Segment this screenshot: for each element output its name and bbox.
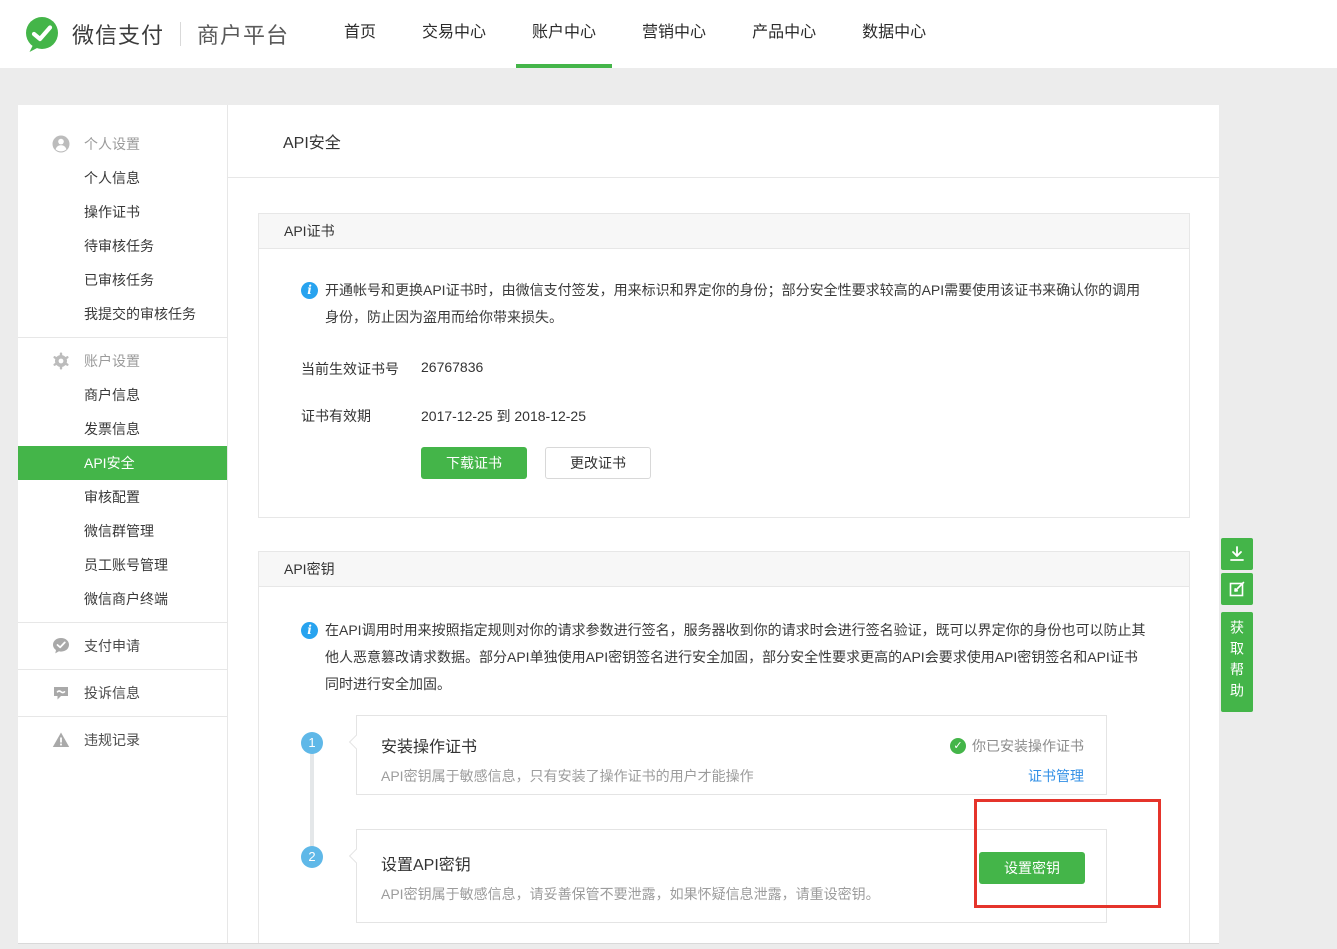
brand-name: 微信支付 [72, 18, 164, 50]
brand-product: 商户平台 [197, 18, 289, 50]
step-2-badge: 2 [301, 846, 323, 868]
certificate-buttons: 下载证书 更改证书 [421, 447, 1149, 479]
page-title-row: API安全 [228, 105, 1219, 178]
gear-icon [52, 352, 70, 370]
wechat-pay-logo-icon [22, 14, 62, 54]
api-certificate-panel-title: API证书 [259, 214, 1189, 249]
api-key-info-text: 在API调用时用来按照指定规则对你的请求参数进行签名，服务器收到你的请求时会进行… [325, 617, 1149, 698]
step-2-description: API密钥属于敏感信息，请妥善保管不要泄露，如果怀疑信息泄露，请重设密钥。 [381, 884, 1084, 904]
complaint-bubble-icon [52, 684, 70, 702]
sidebar-item-invoice-info[interactable]: 发票信息 [18, 412, 227, 446]
step-1-card: 安装操作证书 API密钥属于敏感信息，只有安装了操作证书的用户才能操作 ✓ 你已… [356, 715, 1107, 795]
sidebar-item-merchant-terminal[interactable]: 微信商户终端 [18, 582, 227, 616]
feedback-shortcut-button[interactable] [1221, 573, 1253, 605]
api-key-panel-body: i 在API调用时用来按照指定规则对你的请求参数进行签名，服务器收到你的请求时会… [259, 587, 1189, 944]
main-nav: 首页 交易中心 账户中心 营销中心 产品中心 数据中心 [344, 0, 926, 68]
sidebar-section-complaints: 投诉信息 [18, 669, 227, 716]
current-certificate-field: 当前生效证书号 26767836 [301, 359, 1149, 379]
edit-icon [1227, 579, 1247, 599]
nav-item-data[interactable]: 数据中心 [862, 0, 926, 68]
main-content: API安全 API证书 i 开通帐号和更换API证书时，由微信支付签发，用来标识… [228, 105, 1219, 943]
nav-item-transaction[interactable]: 交易中心 [422, 0, 486, 68]
sidebar-header-account: 账户设置 [18, 344, 227, 378]
sidebar-item-staff-account[interactable]: 员工账号管理 [18, 548, 227, 582]
sidebar-header-label: 账户设置 [84, 351, 140, 371]
sidebar-header-label: 支付申请 [84, 636, 140, 656]
nav-item-product[interactable]: 产品中心 [752, 0, 816, 68]
sidebar-item-wechat-group[interactable]: 微信群管理 [18, 514, 227, 548]
certificate-installed-status: 你已安装操作证书 [972, 736, 1084, 756]
certificate-manage-link[interactable]: 证书管理 [1028, 766, 1084, 786]
sidebar-header-label: 投诉信息 [84, 683, 140, 703]
check-circle-icon: ✓ [950, 738, 966, 754]
certificate-validity: 2017-12-25 到 2018-12-25 [421, 406, 586, 426]
step-connector-line [310, 743, 314, 853]
step-1-status-area: ✓ 你已安装操作证书 证书管理 [950, 736, 1084, 786]
sidebar-section-violations: 违规记录 [18, 716, 227, 763]
floating-toolbar: 获取帮助 [1221, 538, 1253, 712]
content-shell: 个人设置 个人信息 操作证书 待审核任务 已审核任务 我提交的审核任务 账户设置… [18, 105, 1219, 944]
nav-item-home[interactable]: 首页 [344, 0, 376, 68]
sidebar-item-api-security[interactable]: API安全 [18, 446, 227, 480]
api-key-panel-title: API密钥 [259, 552, 1189, 587]
step-1-badge: 1 [301, 732, 323, 754]
get-help-button[interactable]: 获取帮助 [1221, 612, 1253, 712]
nav-item-account[interactable]: 账户中心 [532, 0, 596, 68]
sidebar-header-label: 违规记录 [84, 730, 140, 750]
info-icon: i [301, 622, 318, 639]
sidebar-item-reviewed-tasks[interactable]: 已审核任务 [18, 263, 227, 297]
warning-triangle-icon [52, 731, 70, 749]
sidebar-section-account: 账户设置 商户信息 发票信息 API安全 审核配置 微信群管理 员工账号管理 微… [18, 337, 227, 622]
nav-item-marketing[interactable]: 营销中心 [642, 0, 706, 68]
sidebar-header-violations[interactable]: 违规记录 [18, 723, 227, 757]
download-icon [1227, 544, 1247, 564]
sidebar-section-personal: 个人设置 个人信息 操作证书 待审核任务 已审核任务 我提交的审核任务 [18, 105, 227, 337]
download-certificate-button[interactable]: 下载证书 [421, 447, 527, 479]
api-certificate-panel-body: i 开通帐号和更换API证书时，由微信支付签发，用来标识和界定你的身份；部分安全… [259, 249, 1189, 517]
page-title: API安全 [283, 129, 341, 153]
sidebar: 个人设置 个人信息 操作证书 待审核任务 已审核任务 我提交的审核任务 账户设置… [18, 105, 228, 943]
certificate-validity-field: 证书有效期 2017-12-25 到 2018-12-25 [301, 406, 1149, 426]
field-label: 证书有效期 [301, 406, 421, 426]
sidebar-item-operation-cert[interactable]: 操作证书 [18, 195, 227, 229]
download-shortcut-button[interactable] [1221, 538, 1253, 570]
sidebar-header-payment-apply[interactable]: 支付申请 [18, 629, 227, 663]
api-key-steps: 1 2 安装操作证书 API密钥属于敏感信息，只有安装了操作证书的用户才能操作 … [301, 715, 1149, 923]
sidebar-item-merchant-info[interactable]: 商户信息 [18, 378, 227, 412]
sidebar-header-complaints[interactable]: 投诉信息 [18, 676, 227, 710]
change-certificate-button[interactable]: 更改证书 [545, 447, 651, 479]
sidebar-section-payment-apply: 支付申请 [18, 622, 227, 669]
sidebar-item-pending-tasks[interactable]: 待审核任务 [18, 229, 227, 263]
api-key-panel: API密钥 i 在API调用时用来按照指定规则对你的请求参数进行签名，服务器收到… [258, 551, 1190, 944]
brand-divider [180, 22, 181, 46]
certificate-info-row: i 开通帐号和更换API证书时，由微信支付签发，用来标识和界定你的身份；部分安全… [301, 277, 1149, 331]
sidebar-item-review-config[interactable]: 审核配置 [18, 480, 227, 514]
top-header: 微信支付 商户平台 首页 交易中心 账户中心 营销中心 产品中心 数据中心 [0, 0, 1337, 68]
api-key-info-row: i 在API调用时用来按照指定规则对你的请求参数进行签名，服务器收到你的请求时会… [301, 617, 1149, 698]
info-icon: i [301, 282, 318, 299]
field-label: 当前生效证书号 [301, 359, 421, 379]
sidebar-header-personal: 个人设置 [18, 127, 227, 161]
certificate-number: 26767836 [421, 359, 483, 379]
set-api-key-button[interactable]: 设置密钥 [979, 852, 1085, 884]
pay-bubble-icon [52, 637, 70, 655]
sidebar-header-label: 个人设置 [84, 134, 140, 154]
step-2-card: 设置API密钥 API密钥属于敏感信息，请妥善保管不要泄露，如果怀疑信息泄露，请… [356, 829, 1107, 923]
api-certificate-panel: API证书 i 开通帐号和更换API证书时，由微信支付签发，用来标识和界定你的身… [258, 213, 1190, 518]
user-icon [52, 135, 70, 153]
sidebar-item-personal-info[interactable]: 个人信息 [18, 161, 227, 195]
brand: 微信支付 商户平台 [22, 14, 289, 54]
sidebar-item-my-submitted-tasks[interactable]: 我提交的审核任务 [18, 297, 227, 331]
certificate-info-text: 开通帐号和更换API证书时，由微信支付签发，用来标识和界定你的身份；部分安全性要… [325, 277, 1149, 331]
status-row: ✓ 你已安装操作证书 [950, 736, 1084, 756]
